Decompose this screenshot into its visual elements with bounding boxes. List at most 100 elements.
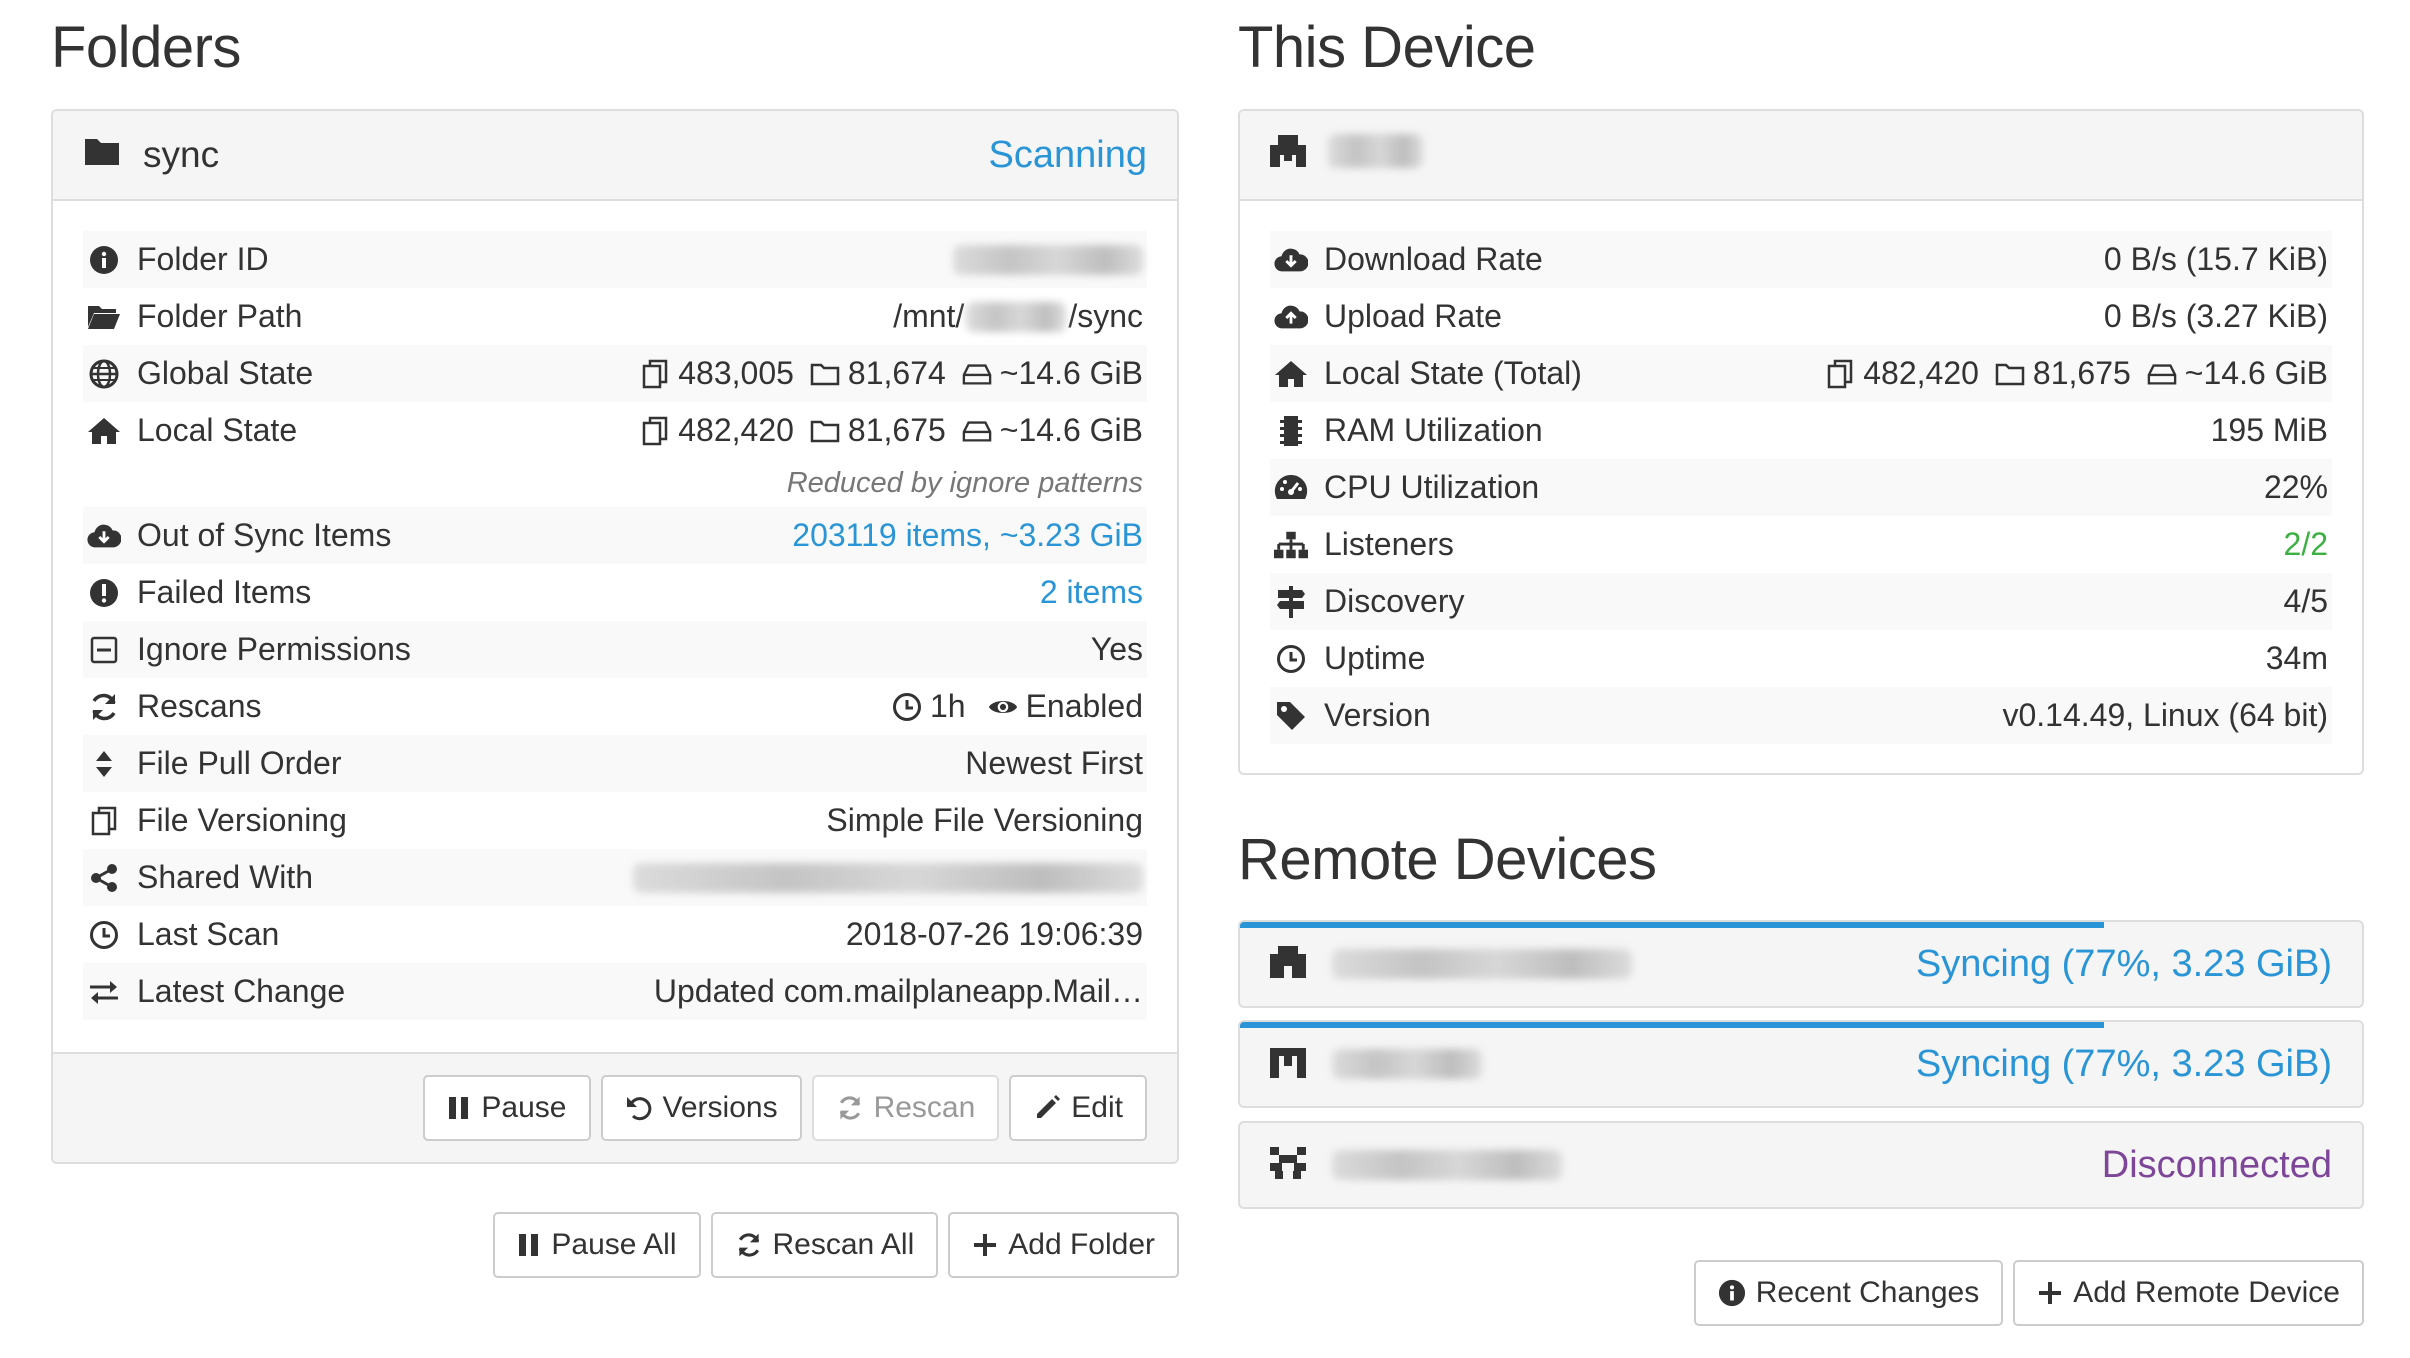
- remote-device[interactable]: Disconnected: [1238, 1121, 2364, 1209]
- rescan-all-label: Rescan All: [772, 1228, 915, 1261]
- folder-id-value: [953, 244, 1143, 275]
- redacted-path: [966, 301, 1067, 332]
- redacted-shared-devices: [633, 862, 1143, 893]
- files-icon: [640, 416, 670, 446]
- path-prefix: /mnt/: [893, 298, 965, 334]
- cloud-download-icon: [1274, 243, 1308, 277]
- latest-change-value[interactable]: Updated com.mailplaneapp.Mail…: [654, 973, 1143, 1010]
- row-listeners: Listeners 2/2: [1270, 516, 2332, 573]
- device-progress-bar: [1240, 1022, 2104, 1028]
- row-upload-rate: Upload Rate 0 B/s (3.27 KiB): [1270, 288, 2332, 345]
- remote-devices-title: Remote Devices: [1238, 827, 1657, 892]
- row-label: File Pull Order: [137, 745, 342, 781]
- row-pull-order: File Pull Order Newest First: [83, 735, 1147, 792]
- global-files: 483,005: [678, 355, 794, 391]
- remote-device-status: Syncing (77%, 3.23 GiB): [1915, 942, 2332, 985]
- plus-icon: [974, 1234, 997, 1256]
- row-uptime: Uptime 34m: [1270, 630, 2332, 687]
- out-of-sync-link[interactable]: 203119 items, ~3.23 GiB: [792, 517, 1143, 554]
- globe-icon: [87, 357, 121, 391]
- recent-changes-button[interactable]: Recent Changes: [1693, 1260, 2004, 1326]
- failed-items-link[interactable]: 2 items: [1040, 574, 1143, 611]
- row-latest-change: Latest Change Updated com.mailplaneapp.M…: [83, 963, 1147, 1020]
- upload-rate-value: 0 B/s (3.27 KiB): [2103, 298, 2328, 334]
- remote-device-status: Disconnected: [2101, 1143, 2332, 1186]
- versions-label: Versions: [662, 1091, 778, 1124]
- redacted-folder-id: [953, 244, 1143, 275]
- redacted-device-name: [1332, 1150, 1562, 1180]
- row-version: Version v0.14.49, Linux (64 bit): [1270, 687, 2332, 744]
- eye-icon: [988, 692, 1018, 722]
- rescan-all-button[interactable]: Rescan All: [710, 1212, 939, 1278]
- rescan-button[interactable]: Rescan: [811, 1075, 1000, 1141]
- watch-status: Enabled: [1025, 688, 1143, 724]
- remote-device-name: [1332, 1049, 1916, 1079]
- undo-icon: [626, 1097, 651, 1121]
- minus-square-icon: [87, 633, 121, 667]
- row-label: Version: [1324, 697, 1431, 733]
- sitemap-icon: [1274, 528, 1308, 562]
- tag-icon: [1274, 699, 1308, 733]
- folders-actions: Pause All Rescan All Add Folder: [493, 1212, 1179, 1278]
- clock-icon: [87, 918, 121, 952]
- rescans-value: 1h Enabled: [884, 688, 1143, 725]
- device-identicon-icon: [1270, 1146, 1306, 1184]
- add-remote-device-button[interactable]: Add Remote Device: [2013, 1260, 2364, 1326]
- folders-title: Folders: [51, 15, 241, 80]
- this-device-name: [1328, 133, 2332, 177]
- recent-changes-label: Recent Changes: [1755, 1276, 1980, 1309]
- folder-panel-heading[interactable]: sync Scanning: [53, 111, 1177, 201]
- redacted-device-name: [1332, 949, 1632, 979]
- remote-device[interactable]: Syncing (77%, 3.23 GiB): [1238, 920, 2364, 1008]
- folder-open-icon: [87, 300, 121, 334]
- add-remote-device-label: Add Remote Device: [2073, 1276, 2340, 1309]
- pause-button[interactable]: Pause: [423, 1075, 591, 1141]
- folder-status: Scanning: [988, 133, 1147, 176]
- row-label: CPU Utilization: [1324, 469, 1540, 505]
- pull-order-value: Newest First: [965, 745, 1143, 781]
- row-local-state: Local State 482,420 81,675 ~14.6 GiB: [83, 402, 1147, 459]
- rescan-interval: 1h: [929, 688, 966, 724]
- row-label: Listeners: [1324, 526, 1454, 562]
- version-value: v0.14.49, Linux (64 bit): [2002, 697, 2328, 733]
- remote-device-name: [1332, 1150, 2102, 1180]
- cloud-upload-icon: [1274, 300, 1308, 334]
- total-files: 482,420: [1863, 355, 1979, 391]
- redacted-device-name: [1328, 133, 1423, 168]
- this-device-heading[interactable]: [1240, 111, 2362, 201]
- copy-icon: [87, 804, 121, 838]
- hdd-icon: [962, 359, 992, 389]
- folders-count-icon: [810, 416, 840, 446]
- remote-device[interactable]: Syncing (77%, 3.23 GiB): [1238, 1020, 2364, 1108]
- local-dirs: 81,675: [847, 412, 946, 448]
- row-out-of-sync: Out of Sync Items 203119 items, ~3.23 Gi…: [83, 507, 1147, 564]
- pause-icon: [449, 1097, 469, 1119]
- pause-all-button[interactable]: Pause All: [493, 1212, 701, 1278]
- folder-name: sync: [143, 134, 220, 175]
- edit-button[interactable]: Edit: [1009, 1075, 1147, 1141]
- files-icon: [640, 359, 670, 389]
- discovery-value[interactable]: 4/5: [2284, 583, 2328, 620]
- versions-button[interactable]: Versions: [600, 1075, 802, 1141]
- local-state-value: 482,420 81,675 ~14.6 GiB: [632, 412, 1143, 449]
- pause-all-label: Pause All: [551, 1228, 677, 1261]
- info-icon: [1718, 1279, 1745, 1307]
- ram-value: 195 MiB: [2210, 412, 2328, 448]
- clock-icon: [892, 692, 922, 722]
- row-failed-items: Failed Items 2 items: [83, 564, 1147, 621]
- pencil-icon: [1037, 1095, 1061, 1118]
- add-folder-button[interactable]: Add Folder: [948, 1212, 1179, 1278]
- device-identicon-icon: [1270, 134, 1306, 176]
- this-device-title: This Device: [1238, 15, 1536, 80]
- global-size: ~14.6 GiB: [999, 355, 1143, 391]
- exclamation-icon: [87, 576, 121, 610]
- shared-with-value: [633, 862, 1143, 893]
- plus-icon: [2039, 1282, 2062, 1304]
- hdd-icon: [2147, 359, 2177, 389]
- device-identicon-icon: [1270, 945, 1306, 983]
- row-label: Download Rate: [1324, 241, 1543, 277]
- row-folder-id: Folder ID: [83, 231, 1147, 288]
- device-progress-bar: [1240, 922, 2104, 928]
- listeners-value[interactable]: 2/2: [2284, 526, 2328, 563]
- memory-icon: [1274, 414, 1308, 448]
